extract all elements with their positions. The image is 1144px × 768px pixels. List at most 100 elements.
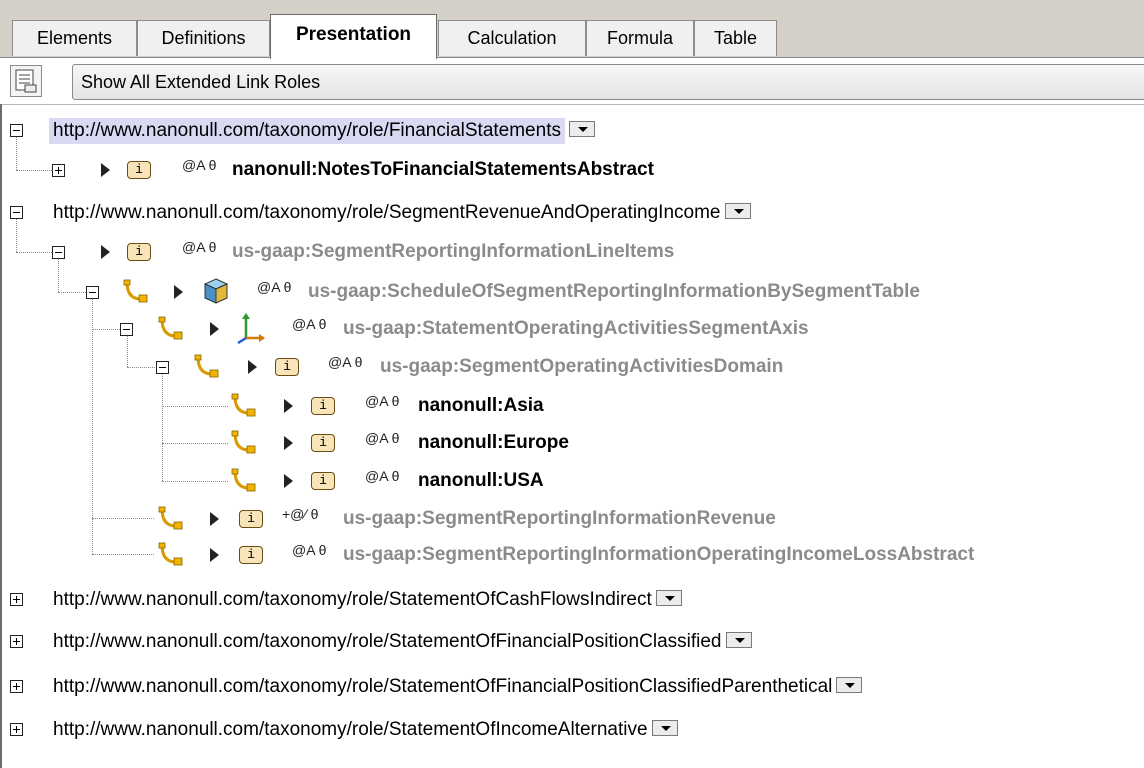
- triangle-right-icon[interactable]: [101, 163, 110, 177]
- role-label[interactable]: http://www.nanonull.com/taxonomy/role/Se…: [53, 202, 721, 223]
- tree-node: @A θ us-gaap:ScheduleOfSegmentReportingI…: [0, 273, 1144, 311]
- tree-node: @A θ us-gaap:StatementOperatingActivitie…: [0, 310, 1144, 348]
- role-label[interactable]: http://www.nanonull.com/taxonomy/role/St…: [53, 631, 722, 652]
- tree-top-border: [0, 104, 1144, 105]
- collapse-icon[interactable]: [52, 246, 65, 259]
- tree-node: i @A θ nanonull:Asia: [0, 387, 1144, 425]
- tab-bar: Elements Definitions Presentation Calcul…: [0, 0, 1144, 59]
- node-attributes: @A θ: [182, 239, 217, 255]
- arc-hook-icon: [230, 392, 257, 418]
- item-icon: i: [275, 358, 299, 376]
- node-attributes: @A θ: [257, 279, 292, 295]
- role-label[interactable]: http://www.nanonull.com/taxonomy/role/St…: [53, 589, 652, 610]
- tab-formula[interactable]: Formula: [586, 20, 694, 56]
- triangle-right-icon[interactable]: [248, 360, 257, 374]
- triangle-right-icon[interactable]: [101, 245, 110, 259]
- triangle-right-icon[interactable]: [284, 399, 293, 413]
- toolbar: Show All Extended Link Roles: [0, 58, 1144, 104]
- triangle-right-icon[interactable]: [210, 548, 219, 562]
- node-label[interactable]: us-gaap:ScheduleOfSegmentReportingInform…: [308, 281, 920, 303]
- item-icon: i: [311, 472, 335, 490]
- tree-node: i @A θ nanonull:Europe: [0, 424, 1144, 462]
- tree-node: i @A θ us-gaap:SegmentOperatingActivitie…: [0, 348, 1144, 386]
- arc-hook-icon: [193, 353, 220, 379]
- role-row: http://www.nanonull.com/taxonomy/role/St…: [0, 711, 1144, 749]
- triangle-right-icon[interactable]: [210, 512, 219, 526]
- triangle-right-icon[interactable]: [174, 285, 183, 299]
- node-label[interactable]: nanonull:Europe: [418, 432, 569, 454]
- item-icon: i: [311, 434, 335, 452]
- node-label[interactable]: nanonull:USA: [418, 470, 544, 492]
- dropdown-arrow-icon[interactable]: [836, 676, 863, 693]
- tab-table[interactable]: Table: [694, 20, 777, 56]
- collapse-icon[interactable]: [10, 206, 23, 219]
- tab-presentation[interactable]: Presentation: [270, 14, 437, 59]
- expand-icon[interactable]: [10, 680, 23, 693]
- node-attributes: @A θ: [328, 354, 363, 370]
- role-item[interactable]: http://www.nanonull.com/taxonomy/role/St…: [53, 589, 682, 611]
- node-label[interactable]: us-gaap:StatementOperatingActivitiesSegm…: [343, 318, 809, 340]
- show-all-extended-link-roles-button[interactable]: Show All Extended Link Roles: [72, 64, 1144, 100]
- dropdown-arrow-icon[interactable]: [724, 202, 751, 219]
- arc-hook-icon: [230, 429, 257, 455]
- triangle-right-icon[interactable]: [284, 436, 293, 450]
- arc-hook-icon: [157, 315, 184, 341]
- tree-node: i @A θ us-gaap:SegmentReportingInformati…: [0, 233, 1144, 271]
- node-label[interactable]: us-gaap:SegmentReportingInformationReven…: [343, 508, 776, 530]
- item-icon: i: [311, 397, 335, 415]
- tab-calculation[interactable]: Calculation: [438, 20, 586, 56]
- tree-node: i @A θ nanonull:USA: [0, 462, 1144, 500]
- role-row: http://www.nanonull.com/taxonomy/role/Fi…: [0, 112, 1144, 150]
- node-attributes: @A θ: [292, 542, 327, 558]
- node-attributes: +@∕ θ: [282, 506, 319, 522]
- node-label[interactable]: nanonull:Asia: [418, 395, 544, 417]
- item-icon: i: [127, 243, 151, 261]
- collapse-icon[interactable]: [10, 124, 23, 137]
- node-label[interactable]: us-gaap:SegmentOperatingActivitiesDomain: [380, 356, 783, 378]
- role-label[interactable]: http://www.nanonull.com/taxonomy/role/St…: [53, 676, 832, 697]
- expand-icon[interactable]: [10, 635, 23, 648]
- node-label[interactable]: us-gaap:SegmentReportingInformationLineI…: [232, 241, 674, 263]
- arc-hook-icon: [122, 278, 149, 304]
- role-item[interactable]: http://www.nanonull.com/taxonomy/role/St…: [53, 676, 863, 698]
- role-item[interactable]: http://www.nanonull.com/taxonomy/role/St…: [53, 631, 752, 653]
- role-row: http://www.nanonull.com/taxonomy/role/St…: [0, 581, 1144, 619]
- role-label[interactable]: http://www.nanonull.com/taxonomy/role/St…: [53, 719, 648, 740]
- node-attributes: @A θ: [365, 393, 400, 409]
- expand-icon[interactable]: [52, 164, 65, 177]
- node-attributes: @A θ: [182, 157, 217, 173]
- role-row: http://www.nanonull.com/taxonomy/role/St…: [0, 668, 1144, 706]
- collapse-icon[interactable]: [86, 286, 99, 299]
- dropdown-arrow-icon[interactable]: [568, 120, 595, 137]
- expand-icon[interactable]: [10, 593, 23, 606]
- arc-hook-icon: [157, 541, 184, 567]
- role-item[interactable]: http://www.nanonull.com/taxonomy/role/Fi…: [49, 118, 595, 144]
- tab-elements[interactable]: Elements: [12, 20, 137, 56]
- tab-definitions[interactable]: Definitions: [137, 20, 270, 56]
- hypercube-icon: [203, 278, 229, 304]
- role-row: http://www.nanonull.com/taxonomy/role/Se…: [0, 194, 1144, 232]
- tree-node: i +@∕ θ us-gaap:SegmentReportingInformat…: [0, 500, 1144, 538]
- dropdown-arrow-icon[interactable]: [725, 631, 752, 648]
- triangle-right-icon[interactable]: [284, 474, 293, 488]
- node-label[interactable]: nanonull:NotesToFinancialStatementsAbstr…: [232, 159, 654, 181]
- item-icon: i: [239, 510, 263, 528]
- list-view-icon[interactable]: [10, 65, 42, 97]
- dropdown-arrow-icon[interactable]: [651, 719, 678, 736]
- node-attributes: @A θ: [292, 316, 327, 332]
- collapse-icon[interactable]: [120, 323, 133, 336]
- item-icon: i: [239, 546, 263, 564]
- node-label[interactable]: us-gaap:SegmentReportingInformationOpera…: [343, 544, 974, 566]
- dimension-axis-icon: [237, 313, 265, 344]
- item-icon: i: [127, 161, 151, 179]
- role-row: http://www.nanonull.com/taxonomy/role/St…: [0, 623, 1144, 661]
- role-item[interactable]: http://www.nanonull.com/taxonomy/role/Se…: [53, 202, 751, 224]
- role-item[interactable]: http://www.nanonull.com/taxonomy/role/St…: [53, 719, 678, 741]
- triangle-right-icon[interactable]: [210, 322, 219, 336]
- expand-icon[interactable]: [10, 723, 23, 736]
- dropdown-arrow-icon[interactable]: [655, 589, 682, 606]
- collapse-icon[interactable]: [156, 361, 169, 374]
- node-attributes: @A θ: [365, 430, 400, 446]
- arc-hook-icon: [230, 467, 257, 493]
- role-label[interactable]: http://www.nanonull.com/taxonomy/role/Fi…: [49, 118, 565, 144]
